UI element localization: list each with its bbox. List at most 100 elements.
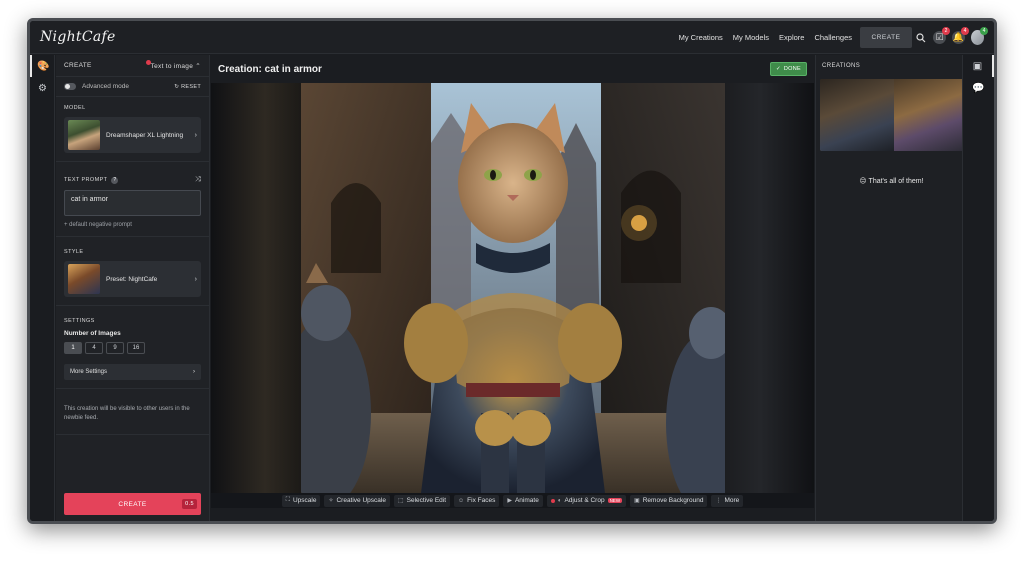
tool-more-label: More <box>724 497 740 504</box>
tool-selective-edit[interactable]: ⬚ Selective Edit <box>393 494 451 507</box>
prompt-section-title: TEXT PROMPT <box>64 177 108 183</box>
create-button[interactable]: CREATE 0.5 <box>64 493 201 515</box>
image-toolbar: ⛶ Upscale ✧ Creative Upscale ⬚ Selective Ed… <box>211 493 814 508</box>
more-settings-label: More Settings <box>70 369 108 375</box>
prompt-section-header: TEXT PROMPT ? ⤨ <box>64 176 201 184</box>
cost-badge: 0.5 <box>182 499 197 509</box>
tasks-badge: 2 <box>942 27 950 35</box>
tool-creative-upscale-label: Creative Upscale <box>336 497 386 504</box>
check-icon: ✓ <box>775 66 781 72</box>
help-icon[interactable]: ? <box>111 176 119 184</box>
settings-section-title: SETTINGS <box>64 318 95 324</box>
gallery-icon[interactable]: ▣ <box>963 55 994 77</box>
tool-adjust-crop[interactable]: ◐ Adjust & Crop NEW <box>546 494 627 507</box>
creative-upscale-icon: ✧ <box>328 498 334 504</box>
creation-thumbnail[interactable] <box>820 79 968 151</box>
nav-challenges[interactable]: Challenges <box>814 33 852 42</box>
more-icon: ⋮ <box>715 498 722 504</box>
prompt-input[interactable]: cat in armor <box>64 190 201 216</box>
settings-section: SETTINGS Number of Images 1 4 9 16 More … <box>56 306 209 389</box>
nightcafe-logo[interactable]: NightCafe <box>40 29 116 45</box>
num-option-4[interactable]: 4 <box>85 342 103 354</box>
tool-animate[interactable]: ▶ Animate <box>503 494 543 507</box>
tool-remove-background[interactable]: ▣ Remove Background <box>630 494 708 507</box>
generated-image[interactable] <box>301 83 725 508</box>
chevron-right-icon: › <box>193 369 195 375</box>
advanced-mode-label: Advanced mode <box>82 83 129 90</box>
done-button[interactable]: ✓ DONE <box>769 62 807 76</box>
advanced-mode-row: Advanced mode ↻ RESET <box>56 77 209 97</box>
tool-creative-upscale[interactable]: ✧ Creative Upscale <box>324 494 390 507</box>
reset-button[interactable]: ↻ RESET <box>174 84 201 90</box>
create-panel-header: CREATE Text to image ⌃ <box>56 55 209 77</box>
mode-select[interactable]: Text to image ⌃ <box>145 59 201 70</box>
shuffle-icon[interactable]: ⤨ <box>195 176 201 184</box>
done-label: DONE <box>783 66 801 72</box>
create-button-label: CREATE <box>118 500 147 508</box>
mode-dot <box>145 59 151 65</box>
bell-icon[interactable]: 🔔 4 <box>952 27 969 44</box>
nav-my-models[interactable]: My Models <box>733 33 769 42</box>
blurred-backdrop-right <box>724 83 814 508</box>
model-section-title: MODEL <box>64 105 86 111</box>
tasks-icon[interactable]: ☑ 2 <box>933 27 950 44</box>
tool-upscale[interactable]: ⛶ Upscale <box>281 494 321 507</box>
tool-more[interactable]: ⋮ More <box>711 494 744 507</box>
remove-background-icon: ▣ <box>634 498 640 504</box>
animate-icon: ▶ <box>507 498 512 504</box>
creation-view: Creation: cat in armor ✓ DONE ⛶ Upscale … <box>211 55 814 521</box>
style-section-title: STYLE <box>64 249 84 255</box>
top-nav: My Creations My Models Explore Challenge… <box>679 21 852 54</box>
model-section: MODEL Dreamshaper XL Lightning › <box>56 97 209 162</box>
creation-thumbnail-left <box>820 79 894 151</box>
image-canvas: ⛶ Upscale ✧ Creative Upscale ⬚ Selective Ed… <box>211 83 814 508</box>
adjust-crop-icon: ◐ <box>557 497 562 504</box>
chevron-right-icon: › <box>194 275 197 283</box>
creations-panel-title: CREATIONS <box>822 63 861 69</box>
settings-gear-icon[interactable]: ⚙ <box>30 77 55 99</box>
blurred-backdrop-left <box>211 83 301 508</box>
mode-select-label: Text to image ⌃ <box>150 62 201 70</box>
avatar-badge: 4 <box>980 27 988 35</box>
tool-remove-background-label: Remove Background <box>642 497 704 504</box>
num-option-9[interactable]: 9 <box>106 342 124 354</box>
more-settings-button[interactable]: More Settings › <box>64 364 201 380</box>
num-option-16[interactable]: 16 <box>127 342 145 354</box>
top-create-button[interactable]: CREATE <box>860 27 912 48</box>
app-window: NightCafe My Creations My Models Explore… <box>27 18 997 524</box>
tool-adjust-crop-label: Adjust & Crop <box>564 497 605 504</box>
creation-header: Creation: cat in armor ✓ DONE <box>211 55 814 83</box>
end-of-list-message: 😔 That's all of them! <box>859 178 924 185</box>
fix-faces-icon: ☺ <box>458 497 465 504</box>
create-panel: CREATE Text to image ⌃ Advanced mode ↻ R… <box>56 55 210 521</box>
top-icons: ☑ 2 🔔 4 4 <box>914 21 988 54</box>
create-panel-title: CREATE <box>64 62 92 69</box>
new-feature-dot <box>550 498 555 503</box>
right-icon-rail: ▣ 💬 <box>962 55 994 521</box>
selective-edit-icon: ⬚ <box>397 498 404 504</box>
prompt-section: TEXT PROMPT ? ⤨ cat in armor + default n… <box>56 162 209 237</box>
search-icon[interactable] <box>914 31 927 44</box>
upscale-icon: ⛶ <box>285 497 290 503</box>
model-card[interactable]: Dreamshaper XL Lightning › <box>64 117 201 153</box>
tool-upscale-label: Upscale <box>292 497 317 504</box>
num-option-1[interactable]: 1 <box>64 342 82 354</box>
nav-explore[interactable]: Explore <box>779 33 804 42</box>
creation-thumbnail-right <box>894 79 968 151</box>
style-card[interactable]: Preset: NightCafe › <box>64 261 201 297</box>
page-title: Creation: cat in armor <box>218 63 322 75</box>
model-thumbnail <box>68 120 100 150</box>
top-bar: NightCafe My Creations My Models Explore… <box>30 21 994 54</box>
number-of-images-options: 1 4 9 16 <box>64 342 201 354</box>
advanced-mode-toggle[interactable] <box>64 83 76 90</box>
model-name: Dreamshaper XL Lightning <box>106 131 184 139</box>
avatar[interactable]: 4 <box>971 27 988 45</box>
chat-icon[interactable]: 💬 <box>963 77 994 99</box>
nav-my-creations[interactable]: My Creations <box>679 33 723 42</box>
tool-fix-faces[interactable]: ☺ Fix Faces <box>454 494 500 507</box>
create-panel-icon[interactable]: 🎨 <box>30 55 55 77</box>
negative-prompt-link[interactable]: + default negative prompt <box>64 222 201 228</box>
left-icon-rail: 🎨 ⚙ <box>30 55 55 521</box>
tool-selective-edit-label: Selective Edit <box>406 497 447 504</box>
creations-panel: CREATIONS 😔 That's all of them! <box>815 55 968 521</box>
